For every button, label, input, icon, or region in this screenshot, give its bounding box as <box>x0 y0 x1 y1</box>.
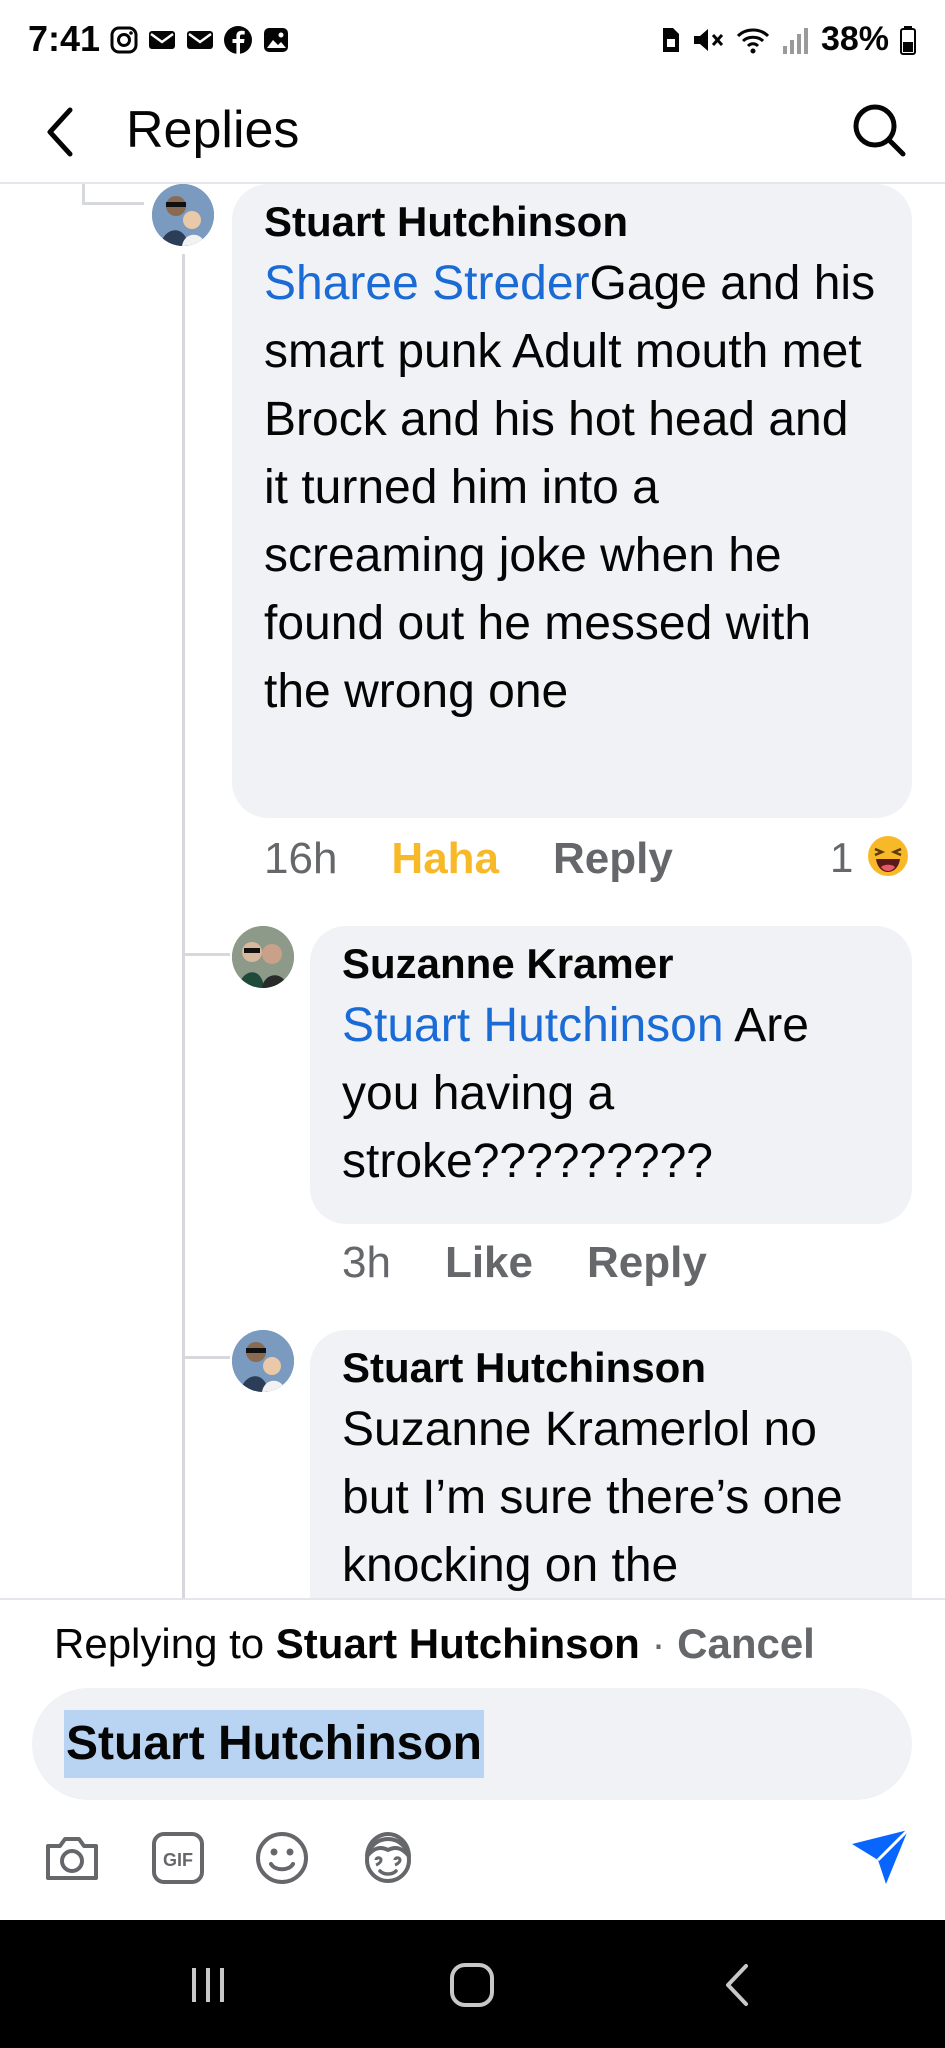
camera-icon[interactable] <box>40 1826 104 1890</box>
avatar-sticker-icon[interactable] <box>356 1826 420 1890</box>
reply-button[interactable]: Reply <box>587 1238 707 1288</box>
reply-thread: Stuart Hutchinson Sharee StrederGage and… <box>0 184 945 1598</box>
like-button[interactable]: Like <box>445 1238 533 1288</box>
recents-icon[interactable] <box>178 1960 238 2010</box>
status-bar: 7:41 38% <box>0 0 945 86</box>
replying-separator: · <box>639 1620 678 1667</box>
comment-input[interactable]: Stuart Hutchinson <box>32 1688 912 1800</box>
search-button[interactable] <box>849 98 909 162</box>
replying-to-name: Stuart Hutchinson <box>275 1620 640 1667</box>
thread-connector <box>182 953 230 956</box>
notification-icons <box>108 24 292 56</box>
reaction-count[interactable]: 1 <box>830 834 853 882</box>
comment-actions: 3h Like Reply <box>342 1238 707 1288</box>
reply-button[interactable]: Reply <box>553 834 673 884</box>
svg-text:GIF: GIF <box>163 1850 193 1870</box>
gif-icon[interactable]: GIF <box>146 1826 210 1890</box>
page-title: Replies <box>126 101 300 159</box>
profile-photo-icon <box>232 1330 294 1392</box>
facebook-icon <box>224 26 252 54</box>
mention-text: Suzanne Kramer <box>342 1403 703 1456</box>
back-icon[interactable] <box>708 1960 768 2010</box>
comment-bubble[interactable]: Stuart Hutchinson Sharee StrederGage and… <box>232 184 912 818</box>
send-button[interactable] <box>848 1826 912 1890</box>
comment-author[interactable]: Stuart Hutchinson <box>264 198 880 246</box>
haha-emoji-icon[interactable] <box>866 834 910 878</box>
profile-photo-icon <box>232 926 294 988</box>
avatar[interactable] <box>232 926 294 988</box>
comment-bubble[interactable]: Suzanne Kramer Stuart Hutchinson Are you… <box>310 926 912 1224</box>
system-status: 38% <box>659 20 917 59</box>
thread-connector <box>82 184 85 204</box>
reply-composer: Replying to Stuart Hutchinson · Cancel S… <box>0 1598 945 1922</box>
avatar[interactable] <box>152 184 214 246</box>
replying-to-bar: Replying to Stuart Hutchinson · Cancel <box>54 1620 815 1668</box>
mail-icon <box>187 31 213 49</box>
comment-text: Suzanne Kramerlol no but I’m sure there’… <box>342 1396 880 1598</box>
thread-connector <box>182 254 185 1598</box>
avatar[interactable] <box>232 1330 294 1392</box>
reaction-button[interactable]: Haha <box>391 834 499 884</box>
input-mention-value[interactable]: Stuart Hutchinson <box>64 1710 484 1778</box>
comment-time: 3h <box>342 1238 391 1287</box>
home-icon[interactable] <box>442 1960 502 2010</box>
comment-time: 16h <box>264 834 338 883</box>
profile-photo-icon <box>152 184 214 246</box>
mute-icon <box>693 28 724 51</box>
wifi-icon <box>736 28 769 53</box>
emoji-icon[interactable] <box>250 1826 314 1890</box>
instagram-icon <box>110 26 138 54</box>
comment-text: Stuart Hutchinson Are you having a strok… <box>342 992 880 1196</box>
replying-prefix: Replying to <box>54 1620 276 1667</box>
mention-link[interactable]: Stuart Hutchinson <box>342 999 724 1052</box>
comment-author[interactable]: Suzanne Kramer <box>342 940 880 988</box>
battery-percent: 38% <box>820 20 889 58</box>
mail-icon <box>149 31 175 49</box>
comment-actions: 16h Haha Reply <box>264 834 673 884</box>
mention-link[interactable]: Sharee Streder <box>264 257 590 310</box>
comment-body: Gage and his smart punk Adult mouth met … <box>264 257 876 718</box>
thread-connector <box>182 1356 230 1359</box>
gallery-icon <box>264 28 288 52</box>
status-time: 7:41 <box>28 18 101 59</box>
header: Replies <box>0 86 945 184</box>
comment-bubble[interactable]: Stuart Hutchinson Suzanne Kramerlol no b… <box>310 1330 912 1598</box>
comment-text: Sharee StrederGage and his smart punk Ad… <box>264 250 880 726</box>
back-button[interactable] <box>36 102 86 162</box>
comment-author[interactable]: Stuart Hutchinson <box>342 1344 880 1392</box>
signal-icon <box>782 27 808 54</box>
system-nav-bar <box>0 1920 945 2048</box>
battery-icon <box>900 25 916 55</box>
sim-icon <box>662 27 679 52</box>
thread-connector <box>82 202 144 205</box>
cancel-button[interactable]: Cancel <box>677 1620 815 1667</box>
